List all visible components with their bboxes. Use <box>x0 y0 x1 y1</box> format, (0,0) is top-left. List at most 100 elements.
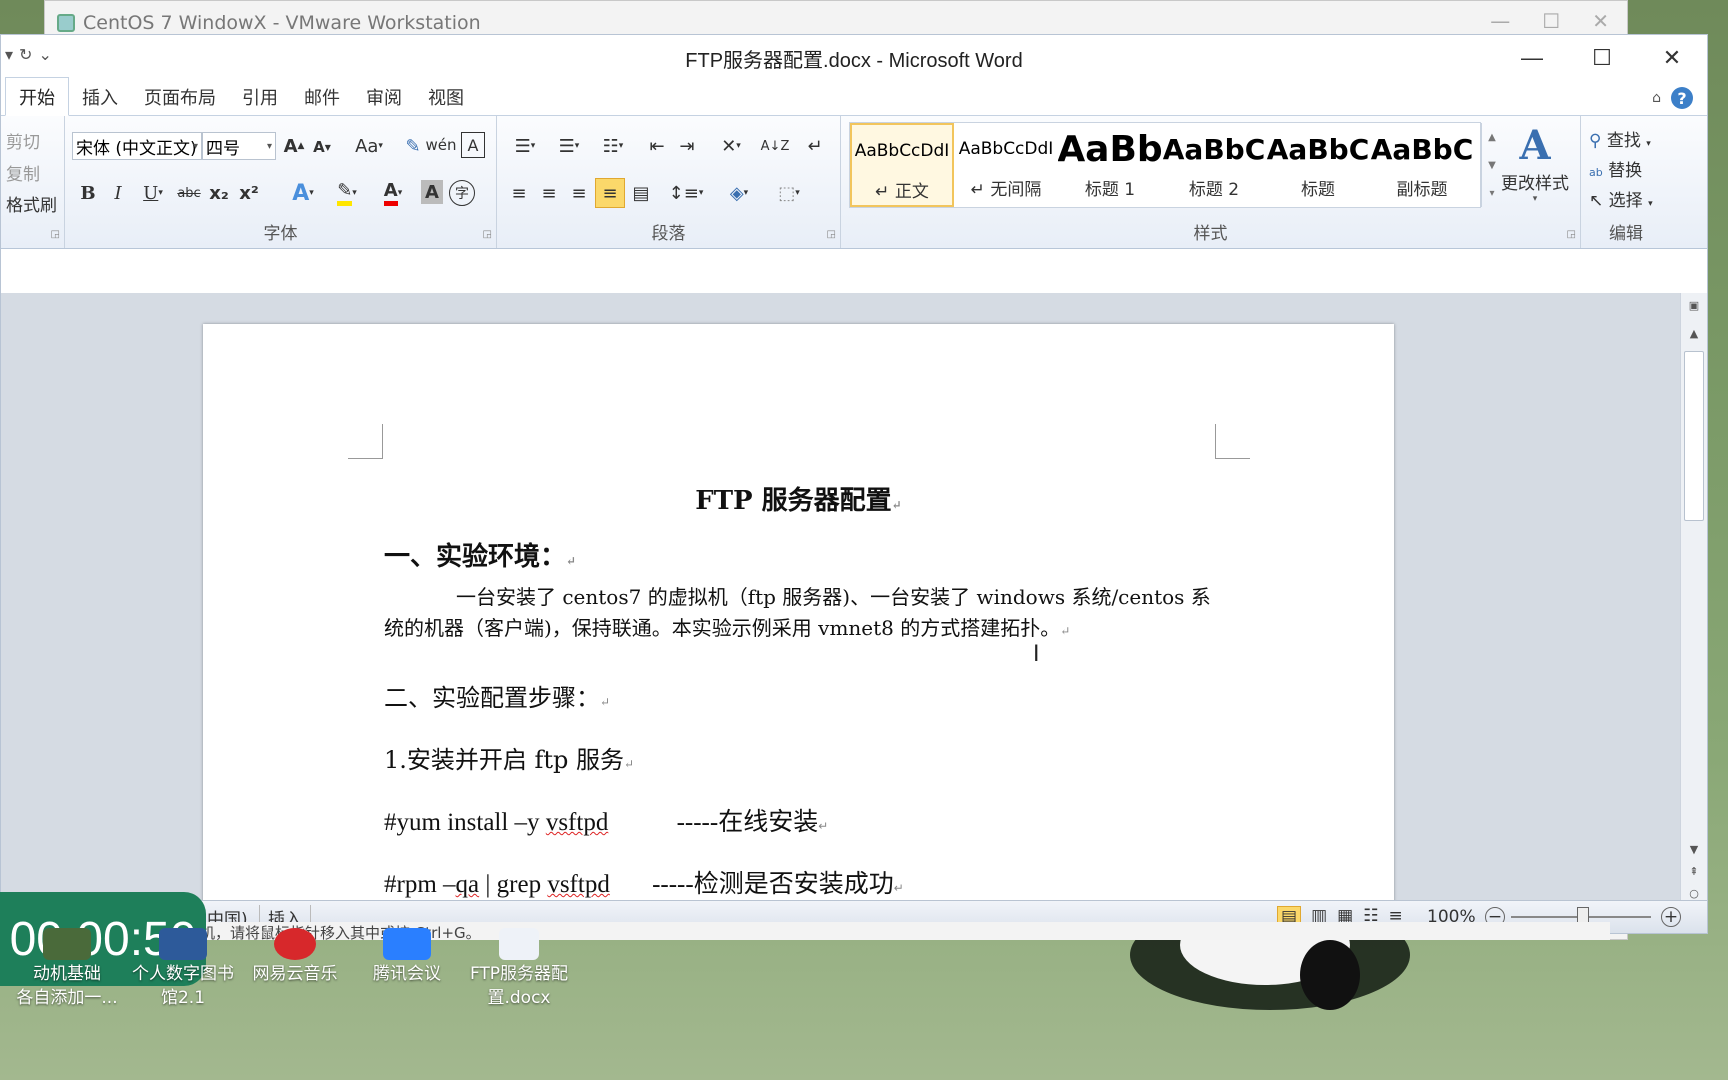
minimize-ribbon-icon[interactable]: ⌂ <box>1652 90 1661 106</box>
word-maximize-icon[interactable]: ☐ <box>1567 35 1637 81</box>
increase-indent-icon[interactable]: ⇥ <box>673 132 701 160</box>
vmware-close-icon[interactable]: ✕ <box>1592 9 1609 33</box>
document-page[interactable]: FTP 服务器配置↵ 一、实验环境：↵ 一台安装了 centos7 的虚拟机（f… <box>203 324 1394 933</box>
bold-button[interactable]: B <box>75 178 101 208</box>
change-case-icon[interactable]: Aa ▾ <box>350 132 388 160</box>
underline-button[interactable]: U ▾ <box>135 178 171 208</box>
font-color-icon[interactable]: A ▾ <box>373 178 413 208</box>
character-border-icon[interactable]: A <box>461 132 485 158</box>
browse-object-icon[interactable]: ○ <box>1681 887 1707 900</box>
distributed-icon[interactable]: ▤ <box>627 178 655 208</box>
justify-icon[interactable]: ≡ <box>595 178 625 208</box>
qat-dropdown-icon[interactable]: ▾ <box>5 45 13 65</box>
tab-insert[interactable]: 插入 <box>69 78 131 115</box>
copy-button[interactable]: 复制 <box>6 160 40 185</box>
gallery-down-icon[interactable]: ▼ <box>1488 160 1496 171</box>
cut-button[interactable]: 剪切 <box>6 128 40 153</box>
italic-button[interactable]: I <box>105 178 131 208</box>
vmware-minimize-icon[interactable]: — <box>1490 9 1510 33</box>
multilevel-list-icon[interactable]: ☷ ▾ <box>593 132 633 160</box>
previous-page-icon[interactable]: ⇞ <box>1681 865 1707 878</box>
gallery-up-icon[interactable]: ▲ <box>1488 132 1496 143</box>
font-size-combo[interactable]: 四号 ▾ <box>202 132 276 160</box>
style-heading-2[interactable]: AaBbC 标题 2 <box>1162 123 1266 207</box>
word-close-icon[interactable]: ✕ <box>1637 35 1707 81</box>
word-minimize-icon[interactable]: — <box>1497 35 1567 81</box>
style-subtitle[interactable]: AaBbC 副标题 <box>1370 123 1474 207</box>
strikethrough-button[interactable]: abc <box>175 178 203 208</box>
style-subtitle-sample: AaBbC <box>1370 132 1474 166</box>
align-right-icon[interactable]: ≡ <box>565 178 593 208</box>
enclose-characters-icon[interactable]: 字 <box>449 180 475 206</box>
help-icon[interactable]: ? <box>1671 87 1693 109</box>
phonetic-guide-icon[interactable]: wén <box>426 130 457 160</box>
zoom-in-icon[interactable]: + <box>1661 907 1681 927</box>
clipboard-launcher-icon[interactable]: ◲ <box>51 229 60 240</box>
style-heading-1-label: 标题 1 <box>1084 180 1136 200</box>
show-marks-icon[interactable]: ↵ <box>801 132 829 160</box>
style-normal[interactable]: AaBbCcDdI ↵ 正文 <box>850 123 954 207</box>
style-no-spacing[interactable]: AaBbCcDdI ↵ 无间隔 <box>954 123 1058 207</box>
highlight-color-icon[interactable]: ✎ ▾ <box>327 178 367 208</box>
tab-home[interactable]: 开始 <box>5 77 69 116</box>
shrink-font-icon[interactable]: A ▼ <box>309 134 335 160</box>
redo-icon[interactable]: ↻ <box>19 45 32 65</box>
ruler-toggle-icon[interactable]: ▣ <box>1681 299 1707 312</box>
desktop-icon-tencent-meeting[interactable]: 腾讯会议 <box>352 928 462 986</box>
desktop-icon-2[interactable]: 个人数字图书 馆2.1 <box>128 928 238 1010</box>
tab-references[interactable]: 引用 <box>229 78 291 115</box>
font-group: 宋体 (中文正文) ▾ 四号 ▾ A ▲ A ▼ Aa ▾ ✎ wén A B I U ▾ … <box>65 116 497 248</box>
scroll-down-icon[interactable]: ▼ <box>1681 843 1707 856</box>
format-painter-button[interactable]: 格式刷 <box>6 191 57 216</box>
vmware-maximize-icon[interactable]: ☐ <box>1542 9 1560 33</box>
command-1-line: #yum install –y vsftpd -----在线安装↵ <box>384 809 829 836</box>
clear-format-icon[interactable]: ✎ <box>401 132 425 160</box>
style-normal-sample: AaBbCcDdI <box>854 141 950 161</box>
bullets-icon[interactable]: ☰ ▾ <box>505 132 545 160</box>
line-spacing-icon[interactable]: ↕≡ ▾ <box>667 178 705 208</box>
decrease-indent-icon[interactable]: ⇤ <box>643 132 671 160</box>
character-shading-icon[interactable]: A <box>421 180 443 204</box>
shading-icon[interactable]: ◈ ▾ <box>719 178 759 208</box>
paragraph-group-label: 段落 <box>651 224 686 244</box>
tab-page-layout[interactable]: 页面布局 <box>131 78 229 115</box>
grow-font-icon[interactable]: A ▲ <box>281 132 307 160</box>
styles-group: AaBbCcDdI ↵ 正文 AaBbCcDdI ↵ 无间隔 AaBb 标题 1… <box>841 116 1581 248</box>
gallery-more-icon[interactable]: ▾ <box>1489 188 1494 199</box>
document-area[interactable]: FTP 服务器配置↵ 一、实验环境：↵ 一台安装了 centos7 的虚拟机（f… <box>1 293 1681 933</box>
netease-music-icon <box>274 928 316 960</box>
numbering-icon[interactable]: ☰ ▾ <box>549 132 589 160</box>
vertical-scrollbar[interactable]: ▣ ▲ ▼ ⇞ ○ ⇟ <box>1680 293 1707 933</box>
style-title[interactable]: AaBbC 标题 <box>1266 123 1370 207</box>
desktop-icon-ftp-docx[interactable]: FTP服务器配 置.docx <box>464 928 574 1010</box>
align-left-icon[interactable]: ≡ <box>505 178 533 208</box>
align-center-icon[interactable]: ≡ <box>535 178 563 208</box>
desktop-icon-netease-music[interactable]: 网易云音乐 <box>240 928 350 986</box>
style-no-spacing-label: ↵ 无间隔 <box>970 180 1042 200</box>
subscript-button[interactable]: x₂ <box>205 178 233 208</box>
borders-icon[interactable]: ⬚ ▾ <box>769 178 809 208</box>
font-name-combo[interactable]: 宋体 (中文正文) ▾ <box>72 132 202 160</box>
text-effects-icon[interactable]: A ▾ <box>285 178 321 208</box>
tab-view[interactable]: 视图 <box>415 78 477 115</box>
scroll-up-icon[interactable]: ▲ <box>1681 327 1707 340</box>
editing-group: ⚲ 查找 ▾ ab 替换 ↖ 选择 ▾ 编辑 <box>1581 116 1671 248</box>
sort-icon[interactable]: A↓Z <box>761 132 790 160</box>
paragraph-launcher-icon[interactable]: ◲ <box>827 229 836 240</box>
word-titlebar: ▾ ↻ ⌄ FTP服务器配置.docx - Microsoft Word — ☐… <box>1 35 1707 81</box>
tab-review[interactable]: 审阅 <box>353 78 415 115</box>
tab-mailings[interactable]: 邮件 <box>291 78 353 115</box>
styles-launcher-icon[interactable]: ◲ <box>1567 229 1576 240</box>
superscript-button[interactable]: x² <box>235 178 263 208</box>
customize-qat-icon[interactable]: ⌄ <box>38 45 51 65</box>
step-1-text: 1.安装并开启 ftp 服务↵ <box>384 746 635 774</box>
scroll-thumb[interactable] <box>1684 351 1704 521</box>
font-launcher-icon[interactable]: ◲ <box>483 229 492 240</box>
change-styles-button[interactable]: A 更改样式 ▾ <box>1497 122 1573 204</box>
find-button[interactable]: ⚲ 查找 ▾ <box>1589 126 1651 151</box>
chinese-layout-icon[interactable]: ✕ ▾ <box>711 132 751 160</box>
replace-button[interactable]: ab 替换 <box>1589 156 1642 181</box>
style-heading-1[interactable]: AaBb 标题 1 <box>1058 123 1162 207</box>
desktop-icon-1[interactable]: 动机基础 各自添加一... <box>12 928 122 1010</box>
select-button[interactable]: ↖ 选择 ▾ <box>1589 186 1653 211</box>
